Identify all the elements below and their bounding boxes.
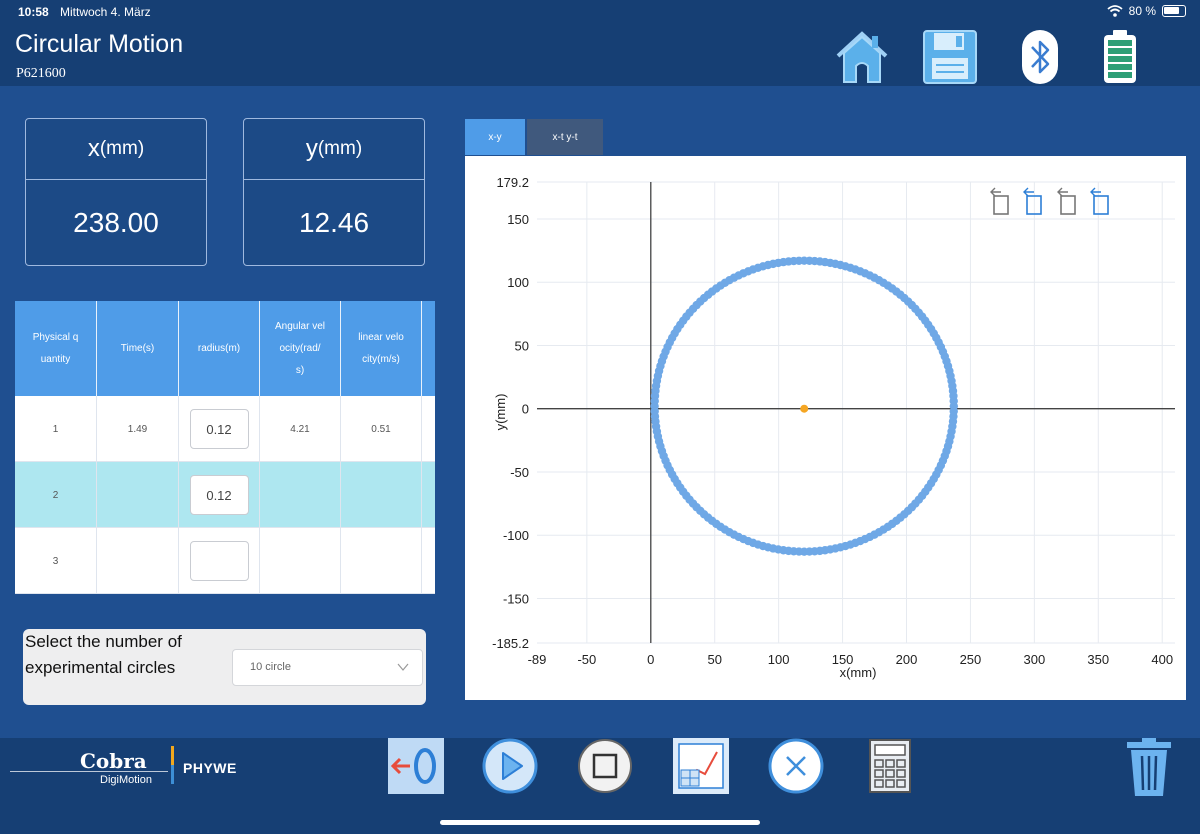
y-axis-label: y(mm) xyxy=(493,394,508,431)
status-right: 80 % xyxy=(1107,4,1186,18)
row-number: 2 xyxy=(15,462,97,528)
radius-input[interactable] xyxy=(189,541,249,581)
brand-separator xyxy=(171,746,174,784)
circles-select[interactable]: 10 circle xyxy=(232,649,423,686)
status-bar: 10:58 Mittwoch 4. März 80 % xyxy=(0,0,1200,24)
bluetooth-icon[interactable] xyxy=(1020,28,1060,86)
close-icon[interactable] xyxy=(768,738,824,794)
xy-plot[interactable]: 179.2 150 100 50 0 -50 -100 -150 -185.2-89 -50 0 50… xyxy=(465,156,1186,700)
brand-phywe: PHYWE xyxy=(183,760,237,776)
zoom-in-icon[interactable] xyxy=(1023,187,1042,215)
chevron-down-icon xyxy=(397,663,409,671)
status-time: 10:58 xyxy=(18,5,49,19)
brand-digimotion: DigiMotion xyxy=(100,774,152,786)
y-readout-label: y (mm) xyxy=(244,119,424,180)
x-axis-label: x(mm) xyxy=(840,665,877,680)
row-radius-cell: 0.12 xyxy=(179,462,260,528)
y-tick-label: 179.2 xyxy=(496,175,529,190)
wifi-icon xyxy=(1107,5,1123,17)
y-tick-label: 100 xyxy=(507,275,529,290)
x-tick-label: 300 xyxy=(1024,652,1046,667)
page-title: Circular Motion xyxy=(15,30,184,58)
y-readout-value: 12.46 xyxy=(298,207,370,238)
home-indicator[interactable] xyxy=(440,820,760,825)
tab-xt-yt[interactable]: x-t y-t xyxy=(527,119,603,155)
circles-panel: Select the number of experimental circle… xyxy=(23,629,426,705)
row-radius-cell xyxy=(179,528,260,594)
col-header-time: Time(s) xyxy=(97,301,179,396)
x-tick-label: 250 xyxy=(960,652,982,667)
row-linear-velocity xyxy=(341,462,422,528)
radius-input[interactable]: 0.12 xyxy=(189,475,249,515)
app-header: Circular Motion P621600 xyxy=(0,24,1200,86)
pan-icon[interactable] xyxy=(1090,187,1109,215)
x-tick-label: 0 xyxy=(647,652,654,667)
stop-icon[interactable] xyxy=(577,738,633,794)
y-tick-label: 50 xyxy=(515,338,529,353)
col-header-overflow xyxy=(422,301,435,396)
table-row[interactable]: 3 xyxy=(15,528,435,594)
zero-reset-icon[interactable] xyxy=(388,738,444,794)
save-icon[interactable] xyxy=(922,28,978,86)
chart-table-icon[interactable] xyxy=(673,738,729,794)
home-icon[interactable] xyxy=(834,28,890,86)
row-linear-velocity xyxy=(341,528,422,594)
y-tick-label: -185.2 xyxy=(492,636,529,651)
table-row[interactable]: 2 0.12 xyxy=(15,462,435,528)
table-header: Physical q uantity Time(s) radius(m) Ang… xyxy=(15,301,435,396)
row-linear-velocity: 0.51 xyxy=(341,396,422,462)
x-tick-label: 100 xyxy=(768,652,790,667)
battery-percent: 80 % xyxy=(1128,4,1156,18)
results-table: Physical q uantity Time(s) radius(m) Ang… xyxy=(15,301,435,594)
row-time xyxy=(97,528,179,594)
radius-input[interactable]: 0.12 xyxy=(189,409,249,449)
battery-icon xyxy=(1162,5,1186,17)
col-header-angular-velocity: Angular vel ocity(rad/ s) xyxy=(260,301,341,396)
x-tick-label: 50 xyxy=(707,652,721,667)
brand-cobra: Cobra xyxy=(80,749,147,773)
x-tick-label: -89 xyxy=(528,652,547,667)
x-readout-value: 238.00 xyxy=(73,207,159,238)
row-radius-cell: 0.12 xyxy=(179,396,260,462)
row-angular-velocity: 4.21 xyxy=(260,396,341,462)
play-icon[interactable] xyxy=(482,738,538,794)
row-number: 1 xyxy=(15,396,97,462)
col-header-quantity: Physical q uantity xyxy=(15,301,97,396)
y-tick-label: -100 xyxy=(503,528,529,543)
center-point xyxy=(800,404,809,413)
row-number: 3 xyxy=(15,528,97,594)
circles-label: Select the number of experimental circle… xyxy=(25,632,182,677)
x-tick-label: -50 xyxy=(577,652,596,667)
zoom-out-icon[interactable] xyxy=(1057,187,1076,215)
x-tick-label: 350 xyxy=(1087,652,1109,667)
x-readout: x (mm) 238.00 xyxy=(25,118,207,266)
col-header-radius: radius(m) xyxy=(179,301,260,396)
calculator-icon[interactable] xyxy=(862,738,918,794)
y-tick-label: -150 xyxy=(503,591,529,606)
row-time: 1.49 xyxy=(97,396,179,462)
y-tick-label: 0 xyxy=(522,402,529,417)
tab-xy[interactable]: x-y xyxy=(465,119,525,155)
y-tick-label: 150 xyxy=(507,212,529,227)
x-tick-label: 400 xyxy=(1151,652,1173,667)
trash-icon[interactable] xyxy=(1121,738,1177,798)
x-tick-label: 200 xyxy=(896,652,918,667)
y-readout: y (mm) 12.46 xyxy=(243,118,425,266)
row-angular-velocity xyxy=(260,528,341,594)
row-angular-velocity xyxy=(260,462,341,528)
table-row[interactable]: 1 1.49 0.12 4.21 0.51 xyxy=(15,396,435,462)
circles-select-value: 10 circle xyxy=(250,661,291,673)
row-time xyxy=(97,462,179,528)
battery-level-icon xyxy=(1104,30,1136,83)
col-header-linear-velocity: linear velo city(m/s) xyxy=(341,301,422,396)
y-tick-label: -50 xyxy=(510,465,529,480)
data-point xyxy=(949,407,958,416)
status-date: Mittwoch 4. März xyxy=(60,5,151,19)
xy-plot-panel: 179.2 150 100 50 0 -50 -100 -150 -185.2 -89 -50 0 50… xyxy=(465,156,1186,700)
x-readout-label: x (mm) xyxy=(26,119,206,180)
page-subtitle: P621600 xyxy=(16,66,66,81)
zoom-reset-icon[interactable] xyxy=(990,187,1009,215)
